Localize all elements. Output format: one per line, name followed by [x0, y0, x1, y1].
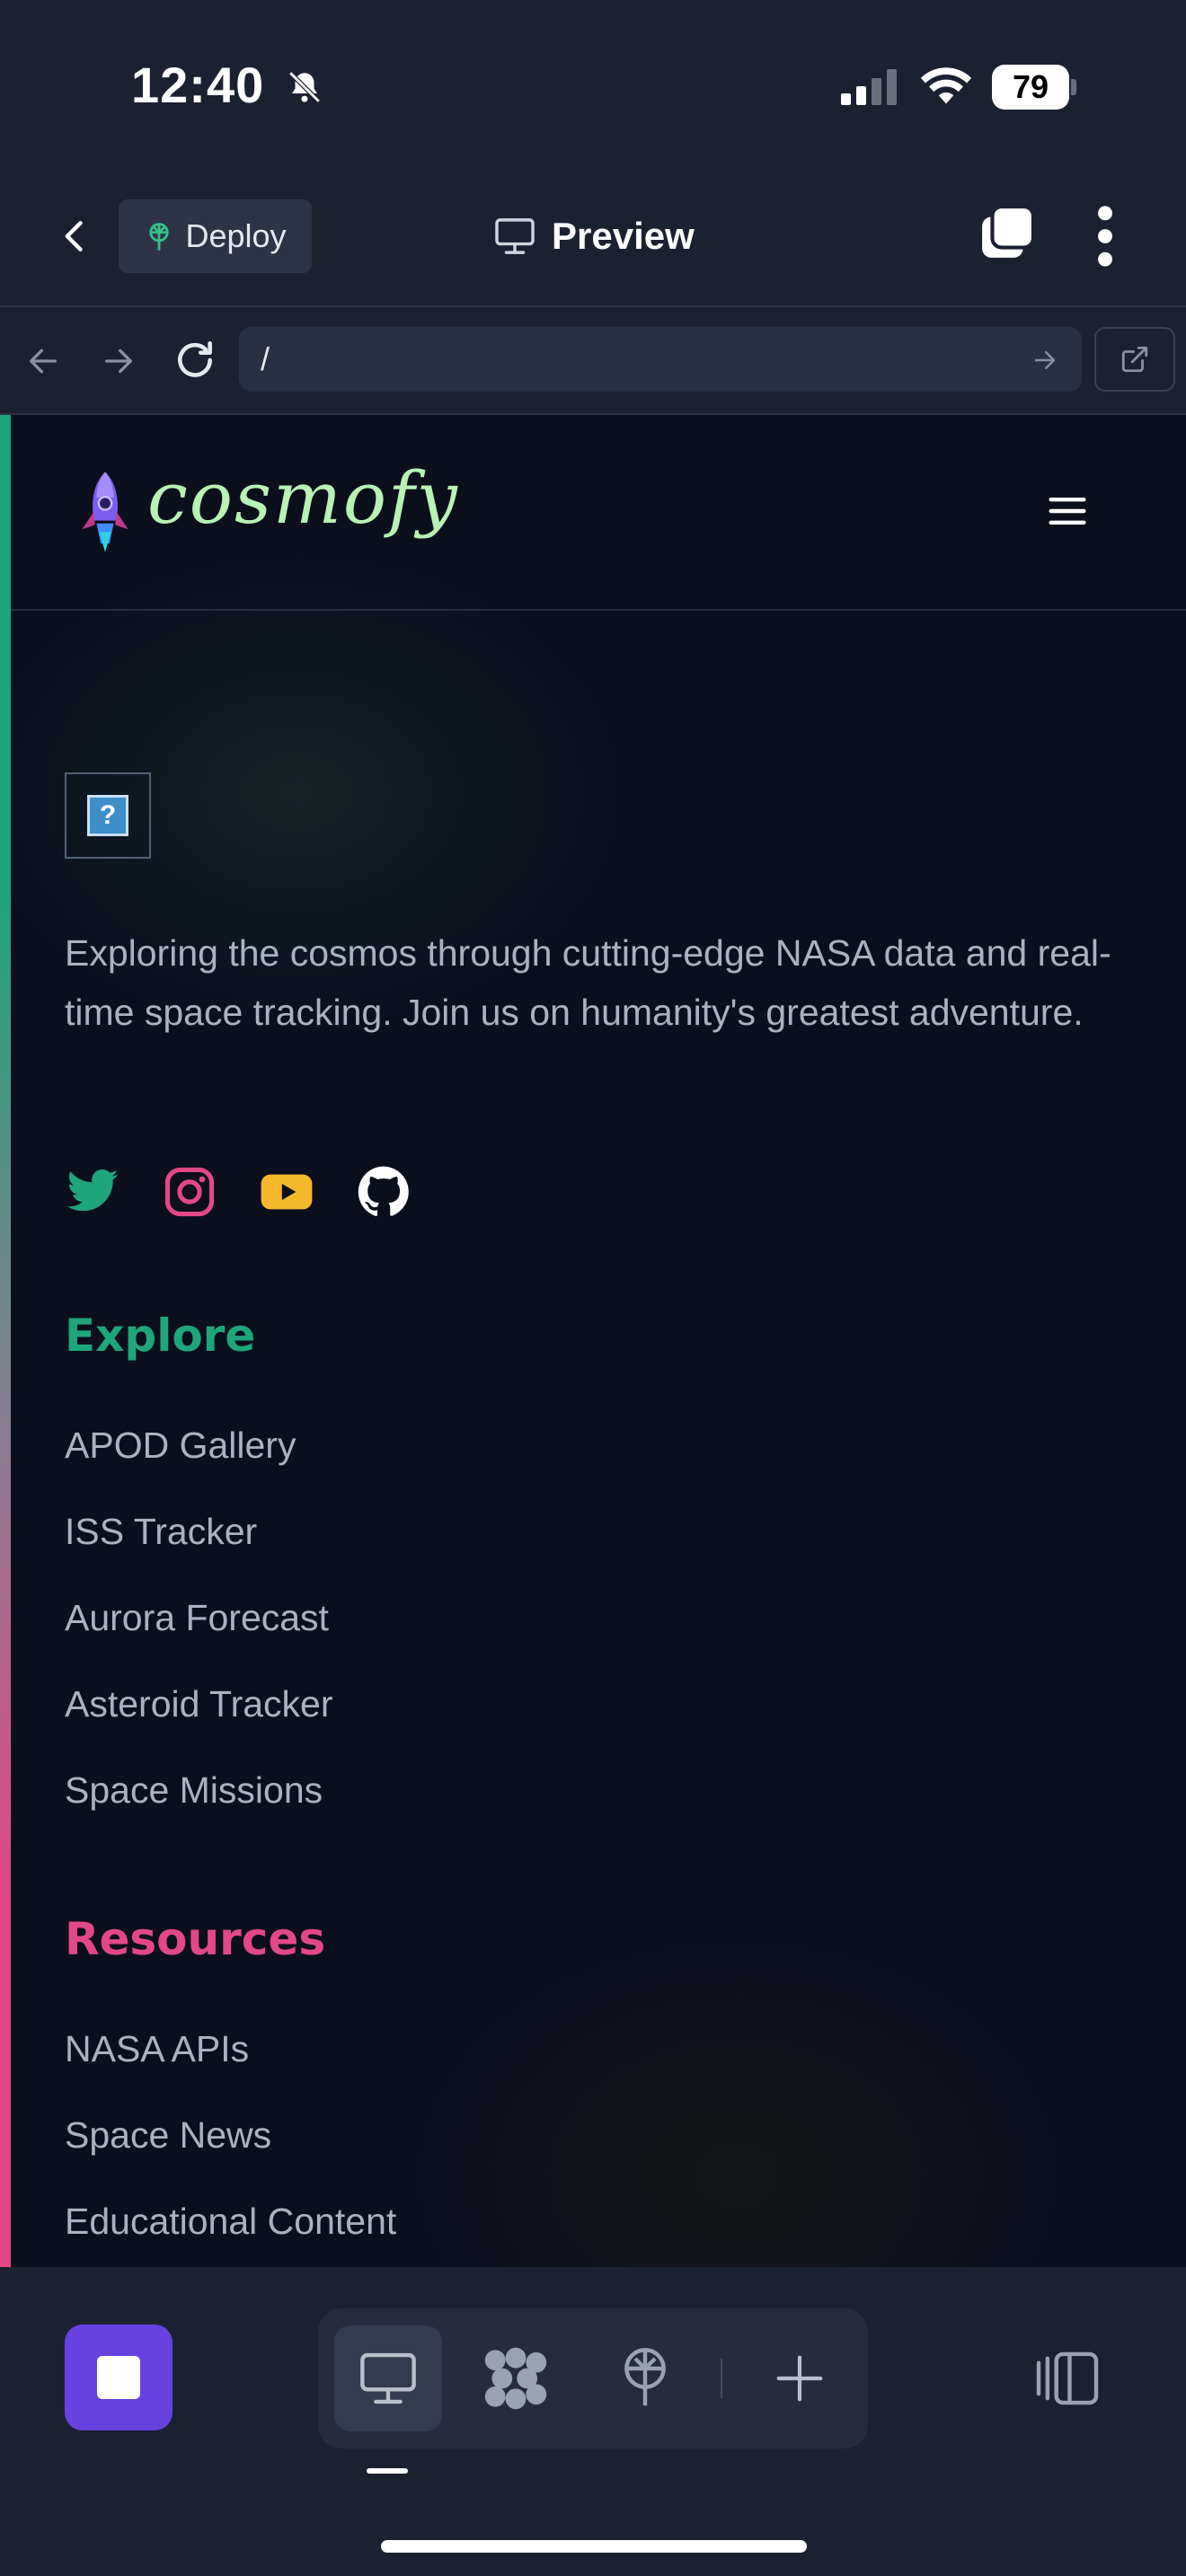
battery-level: 79	[1012, 68, 1049, 105]
nav-forward-icon[interactable]	[101, 343, 137, 379]
url-input[interactable]: /	[239, 327, 1082, 392]
link-space-news[interactable]: Space News	[65, 2114, 271, 2157]
preview-label: Preview	[552, 215, 695, 257]
monitor-icon	[495, 218, 535, 254]
add-tab-button[interactable]	[746, 2325, 854, 2431]
twitter-icon[interactable]	[65, 1164, 120, 1220]
workspace-icon	[484, 2347, 547, 2410]
rocket-logo-icon[interactable]	[75, 469, 135, 555]
active-tab-indicator	[367, 2468, 408, 2474]
logo-text[interactable]: cosmofy	[147, 456, 459, 540]
wifi-icon	[920, 67, 972, 104]
broken-image-icon: ?	[87, 795, 128, 836]
stop-button[interactable]	[65, 2325, 173, 2430]
status-time: 12:40	[131, 57, 265, 113]
deploy-label: Deploy	[185, 217, 287, 254]
hamburger-menu-icon[interactable]	[1048, 496, 1087, 526]
tab-workspace[interactable]	[462, 2325, 570, 2431]
url-text: /	[261, 340, 270, 377]
go-arrow-icon[interactable]	[1031, 347, 1058, 374]
nav-back-icon[interactable]	[25, 343, 61, 379]
monitor-icon	[360, 2352, 416, 2404]
deploy-icon	[624, 2348, 666, 2406]
resources-heading: Resources	[65, 1913, 326, 1965]
github-icon[interactable]	[356, 1164, 412, 1220]
cellular-signal-icon	[841, 69, 897, 105]
preview-title: Preview	[494, 212, 695, 260]
link-educational-content[interactable]: Educational Content	[65, 2201, 396, 2243]
link-apod-gallery[interactable]: APOD Gallery	[65, 1425, 296, 1467]
home-indicator	[381, 2540, 807, 2553]
deploy-button[interactable]: Deploy	[119, 199, 312, 273]
battery-cap	[1071, 79, 1076, 95]
link-aurora-forecast[interactable]: Aurora Forecast	[65, 1597, 329, 1639]
deploy-icon	[149, 223, 170, 251]
switcher-divider	[721, 2359, 722, 2398]
instagram-icon[interactable]	[162, 1164, 217, 1220]
tab-preview[interactable]	[334, 2325, 442, 2431]
battery-indicator: 79	[992, 65, 1069, 110]
split-view-icon[interactable]	[1033, 2350, 1102, 2407]
bell-muted-icon	[288, 71, 321, 103]
stop-icon	[97, 2356, 140, 2399]
youtube-icon[interactable]	[259, 1164, 314, 1220]
left-accent-bar	[0, 415, 11, 2267]
footer-about-text: Exploring the cosmos through cutting-edg…	[65, 932, 1111, 1033]
link-space-missions[interactable]: Space Missions	[65, 1769, 323, 1812]
external-link-icon	[1121, 346, 1148, 373]
broken-image-placeholder: ?	[65, 772, 151, 859]
link-nasa-apis[interactable]: NASA APIs	[65, 2028, 249, 2070]
more-menu-icon[interactable]	[1087, 205, 1123, 268]
open-external-button[interactable]	[1094, 327, 1175, 392]
link-iss-tracker[interactable]: ISS Tracker	[65, 1511, 257, 1553]
reload-icon[interactable]	[173, 338, 217, 383]
back-chevron-icon[interactable]	[56, 214, 95, 259]
tab-deploy[interactable]	[591, 2325, 699, 2431]
link-asteroid-tracker[interactable]: Asteroid Tracker	[65, 1683, 333, 1725]
tabs-icon[interactable]	[979, 205, 1035, 260]
explore-heading: Explore	[65, 1310, 256, 1362]
plus-icon	[776, 2355, 823, 2402]
